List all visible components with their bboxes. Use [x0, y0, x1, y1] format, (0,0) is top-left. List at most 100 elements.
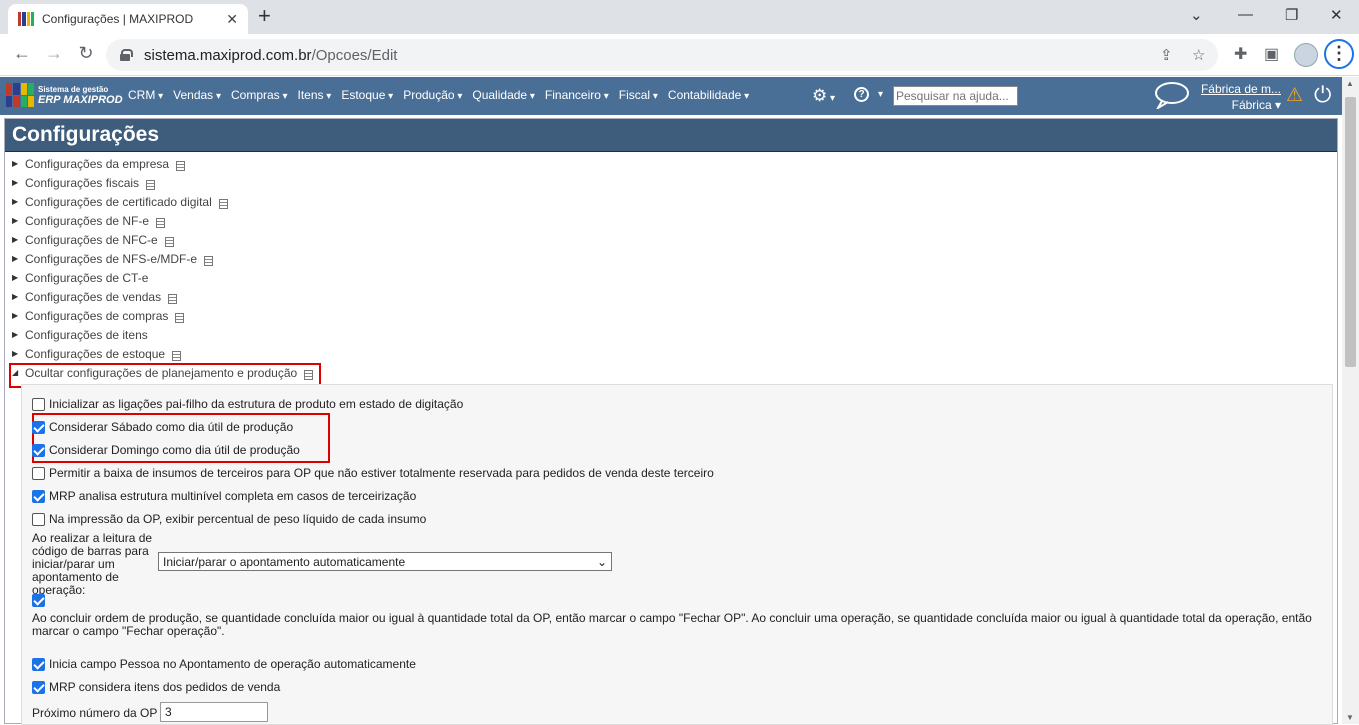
browser-tab-strip: Configurações | MAXIPROD ✕ + ⌄ — ❐ ✕: [0, 0, 1359, 34]
section-item[interactable]: ▶ Configurações de CT-e: [12, 268, 1337, 287]
option-row[interactable]: Considerar Domingo como dia útil de prod…: [32, 443, 300, 457]
checkbox-checked[interactable]: [32, 657, 45, 671]
checkbox-unchecked[interactable]: [32, 466, 45, 480]
scroll-up-icon[interactable]: ▲: [1346, 79, 1354, 88]
menu-crm[interactable]: CRM: [128, 88, 163, 102]
document-icon[interactable]: [218, 198, 228, 209]
menu-qualidade[interactable]: Qualidade: [472, 88, 535, 102]
chat-icon[interactable]: [1154, 81, 1190, 109]
config-panel: Configurações ▶ Configurações da empresa …: [4, 118, 1338, 725]
document-icon[interactable]: [204, 255, 214, 266]
checkbox-checked[interactable]: [32, 443, 45, 457]
document-icon[interactable]: [176, 160, 186, 171]
section-item[interactable]: ▶ Configurações de vendas: [12, 287, 1337, 306]
scroll-down-icon[interactable]: ▼: [1346, 713, 1354, 722]
company-selector[interactable]: Fábrica de m... Fábrica ▾: [1199, 81, 1281, 113]
section-item[interactable]: ▶ Configurações de estoque: [12, 344, 1337, 363]
document-icon[interactable]: [175, 312, 185, 323]
page-title: Configurações: [5, 119, 1337, 152]
document-icon[interactable]: [168, 293, 178, 304]
extensions-puzzle-icon[interactable]: ✚: [1234, 44, 1247, 64]
logo-line2: ERP MAXIPROD: [38, 94, 123, 106]
company-unit[interactable]: Fábrica ▾: [1199, 97, 1281, 113]
caret-right-icon: ▶: [12, 330, 19, 339]
caret-right-icon: ▶: [12, 216, 19, 225]
new-tab-button[interactable]: +: [258, 5, 271, 27]
menu-vendas[interactable]: Vendas: [173, 88, 221, 102]
menu-estoque[interactable]: Estoque: [341, 88, 393, 102]
company-name[interactable]: Fábrica de m...: [1199, 81, 1281, 97]
option-row[interactable]: Na impressão da OP, exibir percentual de…: [32, 512, 426, 526]
next-op-input[interactable]: 3: [160, 702, 268, 722]
document-icon[interactable]: [156, 217, 166, 228]
option-row[interactable]: Permitir a baixa de insumos de terceiros…: [32, 466, 714, 480]
option-row[interactable]: Inicia campo Pessoa no Apontamento de op…: [32, 657, 416, 671]
address-bar: ← → ↻ sistema.maxiprod.com.br/Opcoes/Edi…: [0, 34, 1359, 76]
menu-contabilidade[interactable]: Contabilidade: [668, 88, 749, 102]
close-tab-icon[interactable]: ✕: [226, 11, 238, 28]
section-item[interactable]: ▶ Configurações de NF-e: [12, 211, 1337, 230]
chevron-down-icon[interactable]: ⌄: [1190, 6, 1203, 24]
bookmark-star-icon[interactable]: ☆: [1192, 46, 1205, 64]
help-icon[interactable]: ?: [854, 87, 869, 102]
document-icon[interactable]: [172, 350, 182, 361]
section-item[interactable]: ▶ Configurações da empresa: [12, 154, 1337, 173]
checkbox-checked[interactable]: [32, 594, 45, 607]
minimize-button[interactable]: —: [1238, 6, 1253, 23]
erp-logo[interactable]: Sistema de gestão ERP MAXIPROD: [6, 83, 123, 107]
menu-producao[interactable]: Produção: [403, 88, 462, 102]
checkbox-checked[interactable]: [32, 420, 45, 434]
checkbox-unchecked[interactable]: [32, 397, 45, 411]
document-icon[interactable]: [164, 236, 174, 247]
tab-title: Configurações | MAXIPROD: [42, 12, 194, 26]
section-item[interactable]: ▶ Configurações fiscais: [12, 173, 1337, 192]
option-row[interactable]: MRP considera itens dos pedidos de venda: [32, 680, 280, 694]
caret-right-icon: ▶: [12, 254, 19, 263]
help-dropdown-icon[interactable]: ▾: [878, 89, 883, 100]
menu-financeiro[interactable]: Financeiro: [545, 88, 609, 102]
option-row[interactable]: [32, 594, 49, 607]
restore-button[interactable]: ❐: [1285, 6, 1298, 24]
url-field[interactable]: sistema.maxiprod.com.br/Opcoes/Edit ⇪ ☆: [106, 39, 1218, 71]
reload-icon[interactable]: ↻: [74, 43, 98, 64]
next-op-label: Próximo número da OP: [32, 706, 158, 720]
checkbox-checked[interactable]: [32, 489, 45, 503]
scrollbar-thumb[interactable]: [1345, 97, 1356, 367]
maxiprod-favicon-icon: [18, 12, 34, 26]
planning-production-settings: Inicializar as ligações pai-filho da est…: [21, 384, 1333, 725]
browser-tab[interactable]: Configurações | MAXIPROD ✕: [8, 4, 248, 34]
browser-menu-icon[interactable]: ⋮: [1324, 39, 1354, 69]
menu-itens[interactable]: Itens: [298, 88, 332, 102]
lock-icon: [120, 49, 133, 61]
document-icon[interactable]: [146, 179, 156, 190]
checkbox-unchecked[interactable]: [32, 512, 45, 526]
gear-icon[interactable]: ⚙ ▾: [812, 86, 835, 106]
option-row[interactable]: Inicializar as ligações pai-filho da est…: [32, 397, 463, 411]
section-item[interactable]: ▶ Configurações de NFC-e: [12, 230, 1337, 249]
main-menu: CRM Vendas Compras Itens Estoque Produçã…: [128, 88, 759, 102]
caret-right-icon: ▶: [12, 235, 19, 244]
page-scrollbar[interactable]: ▲ ▼: [1342, 77, 1359, 724]
help-search-input[interactable]: [893, 86, 1018, 106]
barcode-label: Ao realizar a leitura de código de barra…: [32, 531, 153, 597]
logo-squares-icon: [6, 83, 34, 107]
option-row[interactable]: Considerar Sábado como dia útil de produ…: [32, 420, 293, 434]
forward-arrow-icon[interactable]: →: [42, 43, 66, 64]
profile-avatar[interactable]: [1294, 43, 1318, 67]
section-item[interactable]: ▶ Configurações de itens: [12, 325, 1337, 344]
power-icon[interactable]: ⏻: [1314, 82, 1331, 108]
section-item[interactable]: ▶ Configurações de compras: [12, 306, 1337, 325]
section-item[interactable]: ▶ Configurações de certificado digital: [12, 192, 1337, 211]
barcode-action-select[interactable]: Iniciar/parar o apontamento automaticame…: [158, 552, 612, 571]
close-window-button[interactable]: ✕: [1330, 6, 1343, 24]
caret-right-icon: ▶: [12, 197, 19, 206]
back-arrow-icon[interactable]: ←: [10, 43, 34, 64]
option-row[interactable]: MRP analisa estrutura multinível complet…: [32, 489, 416, 503]
warning-icon[interactable]: ⚠: [1286, 84, 1303, 107]
menu-compras[interactable]: Compras: [231, 88, 288, 102]
menu-fiscal[interactable]: Fiscal: [619, 88, 658, 102]
checkbox-checked[interactable]: [32, 680, 45, 694]
section-item[interactable]: ▶ Configurações de NFS-e/MDF-e: [12, 249, 1337, 268]
share-icon[interactable]: ⇪: [1160, 46, 1173, 64]
side-panel-icon[interactable]: ▣: [1264, 44, 1279, 64]
